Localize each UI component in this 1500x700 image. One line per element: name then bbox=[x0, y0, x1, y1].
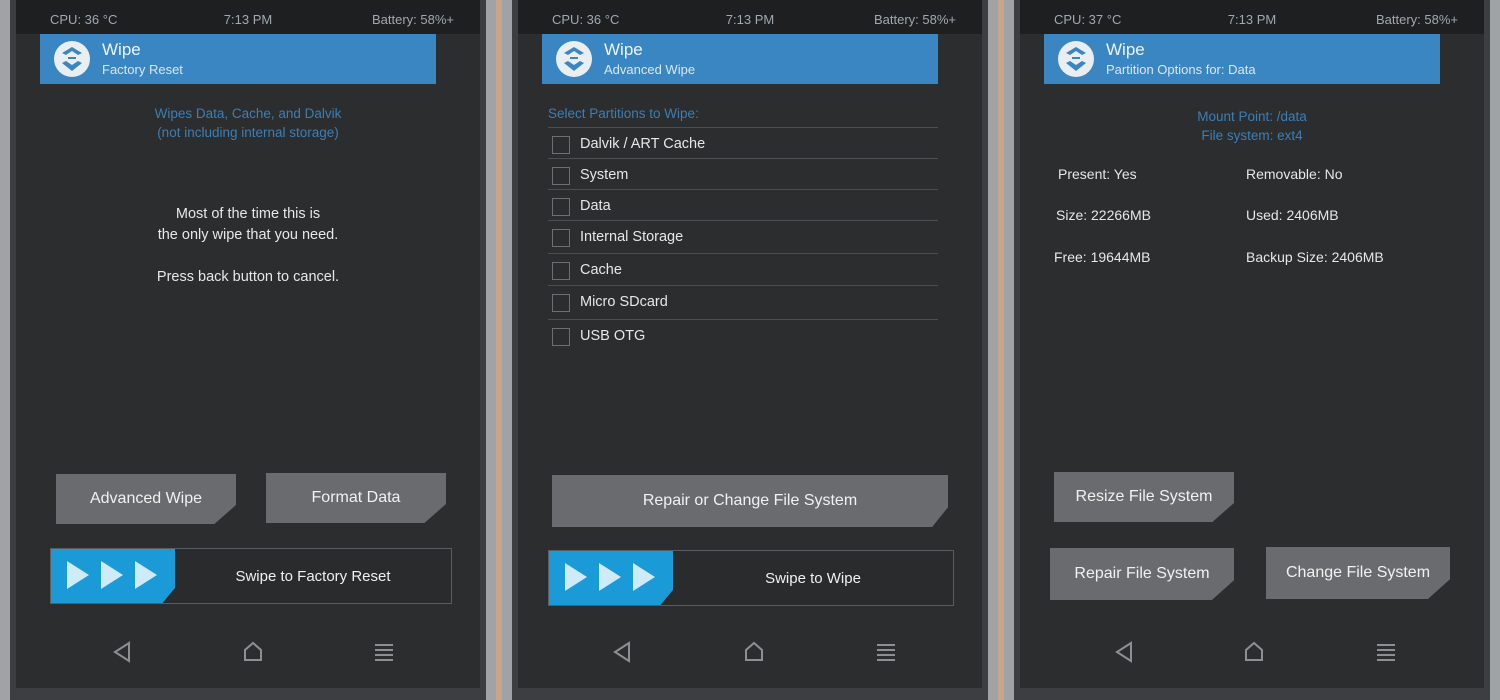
partition-label: Dalvik / ART Cache bbox=[580, 136, 706, 152]
mount-point: Mount Point: /data bbox=[1197, 109, 1307, 124]
status-bar: CPU: 36 °C 7:13 PM Battery: 58%+ bbox=[518, 0, 982, 34]
status-bar: CPU: 36 °C 7:13 PM Battery: 58%+ bbox=[16, 0, 480, 34]
home-icon[interactable] bbox=[742, 640, 766, 664]
home-icon[interactable] bbox=[1242, 640, 1266, 664]
twrp-logo-icon bbox=[54, 41, 90, 77]
message-line: the only wipe that you need. bbox=[157, 227, 339, 243]
swipe-label: Swipe to Factory Reset bbox=[235, 567, 391, 585]
back-triangle-icon[interactable] bbox=[1112, 640, 1136, 664]
screen: CPU: 36 °C 7:13 PM Battery: 58%+ Wipe Fa… bbox=[16, 0, 480, 688]
checkbox[interactable] bbox=[552, 262, 570, 280]
partition-label: Micro SDcard bbox=[580, 294, 668, 310]
menu-lines-icon[interactable] bbox=[372, 640, 396, 664]
back-triangle-icon[interactable] bbox=[110, 640, 134, 664]
phone-panel-factory-reset: CPU: 36 °C 7:13 PM Battery: 58%+ Wipe Fa… bbox=[0, 0, 496, 700]
swipe-label: Swipe to Wipe bbox=[765, 569, 861, 587]
partition-row-dalvik[interactable]: Dalvik / ART Cache bbox=[548, 127, 938, 159]
title-header: Wipe Advanced Wipe bbox=[542, 34, 938, 84]
page-subtitle: Factory Reset bbox=[102, 62, 183, 77]
removable-value: Removable: No bbox=[1246, 166, 1343, 182]
repair-file-system-button[interactable]: Repair File System bbox=[1050, 548, 1234, 600]
nav-bar bbox=[1020, 630, 1484, 670]
menu-lines-icon[interactable] bbox=[1374, 640, 1398, 664]
page-title: Wipe bbox=[102, 40, 141, 59]
partition-label: Cache bbox=[580, 262, 622, 278]
resize-file-system-button[interactable]: Resize File System bbox=[1054, 472, 1234, 522]
message-line: Most of the time this is bbox=[175, 206, 321, 222]
title-header: Wipe Factory Reset bbox=[40, 34, 436, 84]
title-header: Wipe Partition Options for: Data bbox=[1044, 34, 1440, 84]
change-file-system-button[interactable]: Change File System bbox=[1266, 547, 1450, 599]
partition-info: Mount Point: /data File system: ext4 bbox=[1020, 107, 1484, 145]
partition-row-internal-storage[interactable]: Internal Storage bbox=[548, 220, 938, 252]
checkbox[interactable] bbox=[552, 136, 570, 154]
arrow-right-icon bbox=[67, 561, 89, 589]
checkbox[interactable] bbox=[552, 167, 570, 185]
menu-lines-icon[interactable] bbox=[874, 640, 898, 664]
arrow-right-icon bbox=[135, 561, 157, 589]
file-system: File system: ext4 bbox=[1201, 128, 1303, 143]
partition-row-micro-sdcard[interactable]: Micro SDcard bbox=[548, 285, 938, 317]
page-subtitle: Partition Options for: Data bbox=[1106, 62, 1256, 77]
partition-row-data[interactable]: Data bbox=[548, 189, 938, 221]
partition-label: System bbox=[580, 167, 629, 183]
partition-label: USB OTG bbox=[580, 328, 646, 344]
twrp-logo-icon bbox=[556, 41, 592, 77]
partition-label: Internal Storage bbox=[580, 229, 684, 245]
page-title: Wipe bbox=[1106, 40, 1145, 59]
info-line: (not including internal storage) bbox=[157, 125, 339, 140]
advanced-wipe-button[interactable]: Advanced Wipe bbox=[56, 474, 236, 524]
format-data-button[interactable]: Format Data bbox=[266, 473, 446, 523]
checkbox[interactable] bbox=[552, 229, 570, 247]
back-triangle-icon[interactable] bbox=[610, 640, 634, 664]
nav-bar bbox=[16, 630, 480, 670]
home-icon[interactable] bbox=[241, 640, 265, 664]
present-value: Present: Yes bbox=[1058, 166, 1137, 182]
phone-panel-partition-options: CPU: 37 °C 7:13 PM Battery: 58%+ Wipe Pa… bbox=[1004, 0, 1500, 700]
arrow-right-icon bbox=[633, 563, 655, 591]
partition-row-cache[interactable]: Cache bbox=[548, 253, 938, 285]
swipe-to-wipe-slider[interactable]: Swipe to Wipe bbox=[548, 550, 954, 606]
partition-row-system[interactable]: System bbox=[548, 158, 938, 190]
page-title: Wipe bbox=[604, 40, 643, 59]
info-line: Wipes Data, Cache, and Dalvik bbox=[154, 106, 342, 121]
partition-label: Data bbox=[580, 198, 611, 214]
backup-size-value: Backup Size: 2406MB bbox=[1246, 249, 1384, 265]
size-value: Size: 22266MB bbox=[1056, 207, 1151, 223]
twrp-logo-icon bbox=[1058, 41, 1094, 77]
battery-status: Battery: 58%+ bbox=[371, 12, 454, 27]
free-value: Free: 19644MB bbox=[1054, 249, 1151, 265]
repair-or-change-file-system-button[interactable]: Repair or Change File System bbox=[552, 475, 948, 527]
battery-status: Battery: 58%+ bbox=[873, 12, 956, 27]
partitions-header: Select Partitions to Wipe: bbox=[548, 106, 699, 121]
screen: CPU: 36 °C 7:13 PM Battery: 58%+ Wipe Ad… bbox=[518, 0, 982, 688]
checkbox[interactable] bbox=[552, 328, 570, 346]
wipe-message: Most of the time this is the only wipe t… bbox=[16, 204, 480, 288]
checkbox[interactable] bbox=[552, 198, 570, 216]
battery-status: Battery: 58%+ bbox=[1375, 12, 1458, 27]
phone-panel-advanced-wipe: CPU: 36 °C 7:13 PM Battery: 58%+ Wipe Ad… bbox=[502, 0, 998, 700]
used-value: Used: 2406MB bbox=[1246, 207, 1339, 223]
status-bar: CPU: 37 °C 7:13 PM Battery: 58%+ bbox=[1020, 0, 1484, 34]
partition-row-usb-otg[interactable]: USB OTG bbox=[548, 319, 938, 351]
swipe-handle[interactable] bbox=[51, 549, 175, 603]
arrow-right-icon bbox=[565, 563, 587, 591]
arrow-right-icon bbox=[101, 561, 123, 589]
swipe-handle[interactable] bbox=[549, 551, 673, 605]
nav-bar bbox=[518, 630, 982, 670]
checkbox[interactable] bbox=[552, 294, 570, 312]
screen: CPU: 37 °C 7:13 PM Battery: 58%+ Wipe Pa… bbox=[1020, 0, 1484, 688]
swipe-factory-reset-slider[interactable]: Swipe to Factory Reset bbox=[50, 548, 452, 604]
arrow-right-icon bbox=[599, 563, 621, 591]
wipe-info: Wipes Data, Cache, and Dalvik (not inclu… bbox=[16, 104, 480, 142]
message-line: Press back button to cancel. bbox=[156, 269, 340, 285]
page-subtitle: Advanced Wipe bbox=[604, 62, 696, 77]
